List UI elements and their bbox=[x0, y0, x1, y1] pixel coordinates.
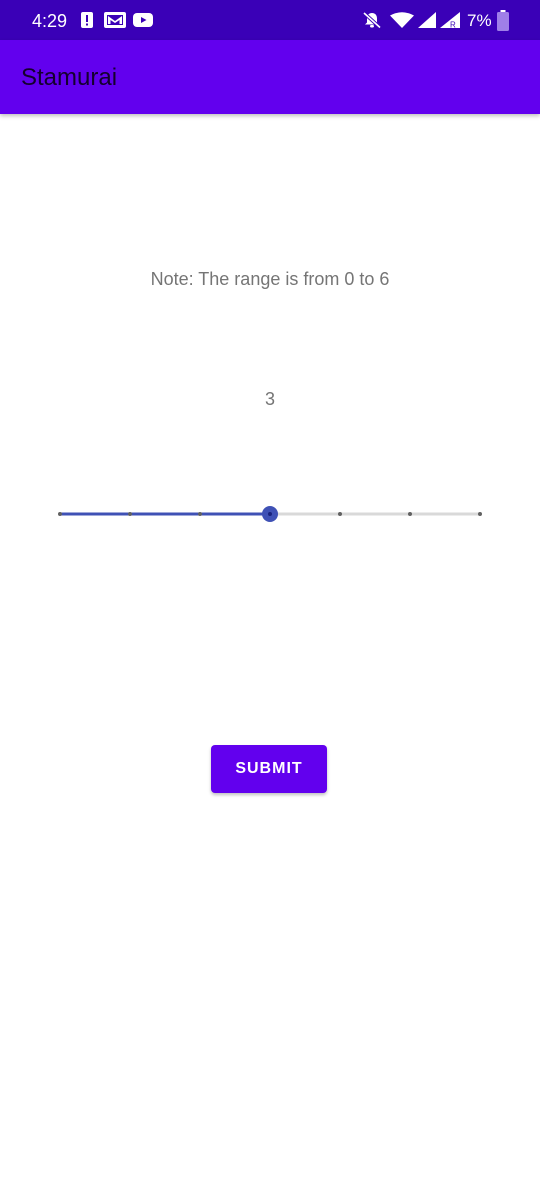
submit-button[interactable]: SUBMIT bbox=[211, 745, 327, 793]
slider-thumb-tick bbox=[268, 512, 272, 516]
app-title: Stamurai bbox=[21, 64, 118, 91]
battery-percent: 7% bbox=[467, 11, 492, 30]
slider-tick bbox=[198, 512, 202, 516]
slider-tick bbox=[408, 512, 412, 516]
youtube-icon bbox=[133, 13, 153, 27]
battery-icon bbox=[497, 10, 509, 31]
slider-tick bbox=[58, 512, 62, 516]
alert-icon bbox=[81, 12, 93, 28]
gmail-icon bbox=[104, 12, 126, 28]
slider-tick bbox=[128, 512, 132, 516]
slider-tick bbox=[478, 512, 482, 516]
svg-text:R: R bbox=[450, 21, 456, 29]
range-note: Note: The range is from 0 to 6 bbox=[150, 269, 390, 289]
slider-tick bbox=[338, 512, 342, 516]
app-bar: Stamurai bbox=[0, 40, 540, 114]
status-bar: 4:29 R 7% bbox=[0, 0, 540, 40]
slider-value-label: 3 bbox=[264, 389, 275, 409]
signal-roaming-icon: R bbox=[440, 12, 460, 28]
notifications-off-icon bbox=[362, 12, 382, 28]
wifi-icon bbox=[390, 12, 414, 28]
range-slider[interactable] bbox=[40, 494, 500, 534]
status-time: 4:29 bbox=[32, 11, 68, 31]
signal-icon bbox=[418, 12, 436, 28]
